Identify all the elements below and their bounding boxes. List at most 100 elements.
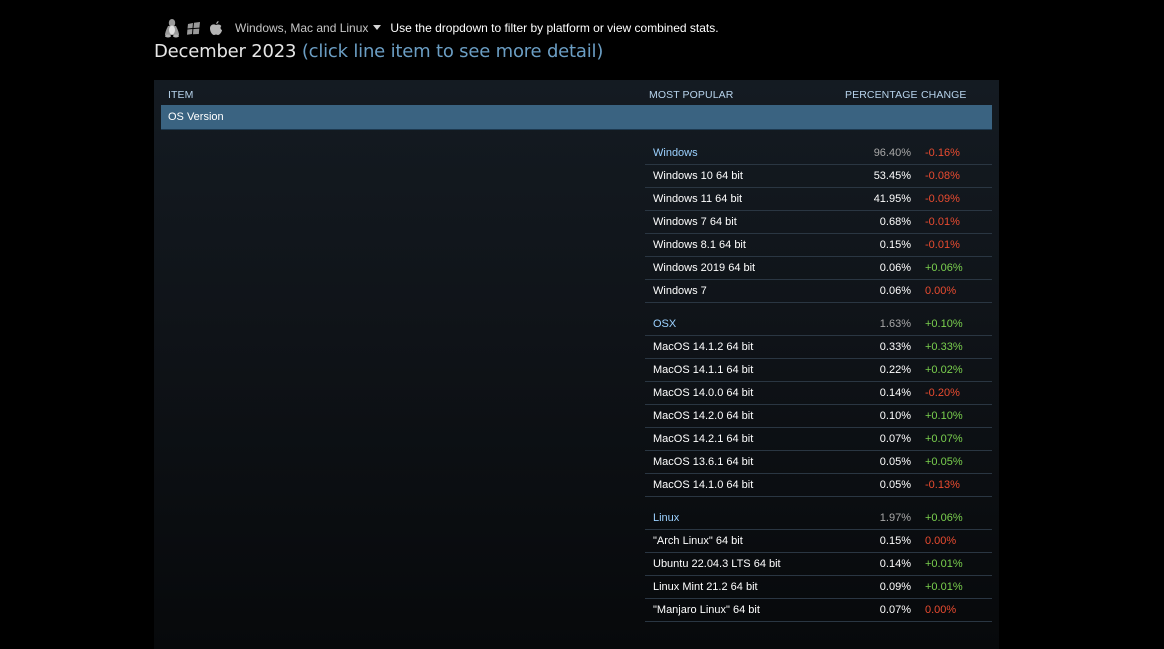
column-header-item: ITEM xyxy=(168,89,194,101)
os-row[interactable]: Windows 10 64 bit 53.45% -0.08% xyxy=(645,165,992,188)
os-name: MacOS 14.2.1 64 bit xyxy=(653,433,754,445)
os-change: +0.02% xyxy=(925,364,963,376)
os-row[interactable]: MacOS 14.0.0 64 bit 0.14% -0.20% xyxy=(645,382,992,405)
os-name: MacOS 14.1.0 64 bit xyxy=(653,479,754,491)
os-name: MacOS 14.1.1 64 bit xyxy=(653,364,754,376)
os-percentage: 41.95% xyxy=(873,193,911,205)
os-change: +0.10% xyxy=(925,410,963,422)
detail-hint: (click line item to see more detail) xyxy=(301,41,604,62)
apple-logo-icon[interactable] xyxy=(207,18,225,38)
os-percentage: 0.14% xyxy=(879,387,911,399)
os-row[interactable]: Windows 2019 64 bit 0.06% +0.06% xyxy=(645,257,992,280)
os-change: +0.06% xyxy=(925,512,963,524)
caret-down-icon xyxy=(373,24,382,30)
os-row[interactable]: "Manjaro Linux" 64 bit 0.07% 0.00% xyxy=(645,599,992,622)
os-row[interactable]: MacOS 14.1.0 64 bit 0.05% -0.13% xyxy=(645,474,992,497)
os-stats-list: Windows 96.40% -0.16% Windows 10 64 bit 53.4… xyxy=(645,142,992,632)
os-change: -0.16% xyxy=(925,147,960,159)
os-row[interactable]: MacOS 14.2.0 64 bit 0.10% +0.10% xyxy=(645,405,992,428)
os-name: Windows 2019 64 bit xyxy=(653,262,756,274)
os-percentage: 96.40% xyxy=(873,147,911,159)
os-group-header[interactable]: Linux 1.97% +0.06% xyxy=(645,507,992,530)
os-percentage: 53.45% xyxy=(873,170,911,182)
os-row[interactable]: MacOS 14.1.1 64 bit 0.22% +0.02% xyxy=(645,359,992,382)
os-name: Windows 10 64 bit xyxy=(653,170,743,182)
os-group-header[interactable]: OSX 1.63% +0.10% xyxy=(645,313,992,336)
section-title: OS Version xyxy=(168,111,224,123)
os-percentage: 0.68% xyxy=(879,216,911,228)
column-header-most-popular: MOST POPULAR xyxy=(649,89,734,101)
os-percentage: 0.15% xyxy=(879,239,911,251)
os-change: +0.01% xyxy=(925,581,963,593)
os-name: MacOS 14.0.0 64 bit xyxy=(653,387,754,399)
os-name: Windows 7 xyxy=(653,285,707,297)
platform-filter: Windows, Mac and Linux Use the dropdown … xyxy=(163,16,719,40)
os-change: -0.20% xyxy=(925,387,960,399)
os-name: "Arch Linux" 64 bit xyxy=(653,535,743,547)
os-name: MacOS 13.6.1 64 bit xyxy=(653,456,754,468)
os-percentage: 0.14% xyxy=(879,558,911,570)
os-name: Linux Mint 21.2 64 bit xyxy=(653,581,758,593)
windows-logo-icon[interactable] xyxy=(185,18,203,38)
platform-dropdown[interactable]: Windows, Mac and Linux xyxy=(235,21,382,35)
os-percentage: 0.05% xyxy=(879,479,911,491)
os-row[interactable]: Windows 11 64 bit 41.95% -0.09% xyxy=(645,188,992,211)
os-percentage: 0.05% xyxy=(879,456,911,468)
os-change: +0.07% xyxy=(925,433,963,445)
os-percentage: 0.22% xyxy=(879,364,911,376)
os-group: Linux 1.97% +0.06% "Arch Linux" 64 bit 0.15%… xyxy=(645,507,992,622)
os-percentage: 1.97% xyxy=(879,512,911,524)
os-change: -0.13% xyxy=(925,479,960,491)
os-change: +0.33% xyxy=(925,341,963,353)
stats-panel: ITEM MOST POPULAR PERCENTAGE CHANGE OS V… xyxy=(154,80,999,649)
os-row[interactable]: Windows 7 64 bit 0.68% -0.01% xyxy=(645,211,992,234)
os-name: Windows 7 64 bit xyxy=(653,216,737,228)
os-change: +0.06% xyxy=(925,262,963,274)
os-row[interactable]: Linux Mint 21.2 64 bit 0.09% +0.01% xyxy=(645,576,992,599)
platform-filter-hint: Use the dropdown to filter by platform o… xyxy=(390,21,719,35)
column-header-change: CHANGE xyxy=(921,89,967,101)
os-change: +0.10% xyxy=(925,318,963,330)
os-group-header[interactable]: Windows 96.40% -0.16% xyxy=(645,142,992,165)
os-group: OSX 1.63% +0.10% MacOS 14.1.2 64 bit 0.33% +0… xyxy=(645,313,992,497)
os-row[interactable]: Ubuntu 22.04.3 LTS 64 bit 0.14% +0.01% xyxy=(645,553,992,576)
os-name: OSX xyxy=(653,318,677,330)
os-row[interactable]: MacOS 14.2.1 64 bit 0.07% +0.07% xyxy=(645,428,992,451)
os-change: 0.00% xyxy=(925,285,957,297)
section-os-version[interactable]: OS Version xyxy=(161,105,992,130)
os-percentage: 0.09% xyxy=(879,581,911,593)
column-header-percentage: PERCENTAGE xyxy=(845,89,918,101)
os-change: +0.05% xyxy=(925,456,963,468)
os-change: 0.00% xyxy=(925,535,957,547)
linux-penguin-icon[interactable] xyxy=(163,18,181,38)
os-name: Linux xyxy=(653,512,680,524)
os-row[interactable]: Windows 8.1 64 bit 0.15% -0.01% xyxy=(645,234,992,257)
os-name: MacOS 14.2.0 64 bit xyxy=(653,410,754,422)
os-change: 0.00% xyxy=(925,604,957,616)
os-row[interactable]: MacOS 13.6.1 64 bit 0.05% +0.05% xyxy=(645,451,992,474)
os-row[interactable]: MacOS 14.1.2 64 bit 0.33% +0.33% xyxy=(645,336,992,359)
os-change: +0.01% xyxy=(925,558,963,570)
os-percentage: 0.33% xyxy=(879,341,911,353)
survey-date: December 2023 xyxy=(154,41,297,62)
os-change: -0.08% xyxy=(925,170,960,182)
os-percentage: 1.63% xyxy=(879,318,911,330)
os-percentage: 0.10% xyxy=(879,410,911,422)
os-percentage: 0.06% xyxy=(879,285,911,297)
os-row[interactable]: "Arch Linux" 64 bit 0.15% 0.00% xyxy=(645,530,992,553)
os-name: MacOS 14.1.2 64 bit xyxy=(653,341,754,353)
os-row[interactable]: Windows 7 0.06% 0.00% xyxy=(645,280,992,303)
os-change: -0.01% xyxy=(925,239,960,251)
os-name: Windows xyxy=(653,147,698,159)
page: Windows, Mac and Linux Use the dropdown … xyxy=(0,0,1164,649)
os-name: Windows 8.1 64 bit xyxy=(653,239,746,251)
os-percentage: 0.07% xyxy=(879,604,911,616)
os-percentage: 0.07% xyxy=(879,433,911,445)
os-name: "Manjaro Linux" 64 bit xyxy=(653,604,760,616)
os-percentage: 0.15% xyxy=(879,535,911,547)
os-percentage: 0.06% xyxy=(879,262,911,274)
os-name: Windows 11 64 bit xyxy=(653,193,743,205)
os-group: Windows 96.40% -0.16% Windows 10 64 bit 53.4… xyxy=(645,142,992,303)
platform-dropdown-label: Windows, Mac and Linux xyxy=(235,21,369,35)
os-change: -0.01% xyxy=(925,216,960,228)
